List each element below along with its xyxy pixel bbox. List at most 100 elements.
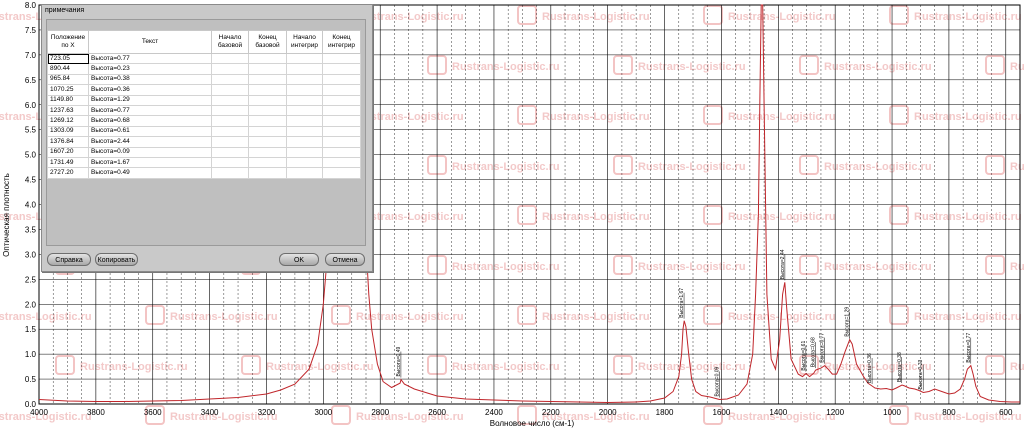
cell-empty[interactable] xyxy=(211,136,249,148)
cell-empty[interactable] xyxy=(248,156,287,169)
cell-empty[interactable] xyxy=(248,84,287,96)
cell-empty[interactable] xyxy=(211,84,249,96)
cell-empty[interactable] xyxy=(286,125,323,138)
cell-empty[interactable] xyxy=(322,125,361,138)
cell-position[interactable]: 1070.25 xyxy=(47,84,89,96)
cell-empty[interactable] xyxy=(286,115,323,127)
cell-text[interactable]: Высота=0.49 xyxy=(88,167,212,179)
cell-empty[interactable] xyxy=(211,104,249,117)
cell-position[interactable]: 1376.84 xyxy=(47,136,89,148)
cell-position[interactable]: 1237.63 xyxy=(47,104,89,117)
notes-table[interactable]: Положение по X Текст Начало базовой Коне… xyxy=(47,30,361,179)
cell-empty[interactable] xyxy=(211,156,249,169)
cell-text[interactable]: Высота=0.68 xyxy=(88,115,212,127)
table-row[interactable]: 2727.20 Высота=0.49 xyxy=(47,167,361,179)
cell-empty[interactable] xyxy=(322,146,361,158)
cell-empty[interactable] xyxy=(322,94,361,106)
cancel-button[interactable]: Отмена xyxy=(325,253,365,266)
cell-empty[interactable] xyxy=(211,146,249,158)
cell-empty[interactable] xyxy=(286,63,323,75)
cell-empty[interactable] xyxy=(211,63,249,75)
cell-empty[interactable] xyxy=(322,84,361,96)
cell-position[interactable]: 1731.49 xyxy=(47,156,89,169)
cell-text[interactable]: Высота=2.44 xyxy=(88,136,212,148)
cell-empty[interactable] xyxy=(248,94,287,106)
table-row[interactable]: 1237.63 Высота=0.77 xyxy=(47,104,361,117)
cell-empty[interactable] xyxy=(248,125,287,138)
cell-position[interactable]: 1149.80 xyxy=(47,94,89,106)
table-row[interactable]: 1269.12 Высота=0.68 xyxy=(47,115,361,127)
cell-empty[interactable] xyxy=(286,73,323,86)
col-header-base-end[interactable]: Конец базовой xyxy=(248,30,287,54)
copy-button[interactable]: Копировать xyxy=(95,253,138,266)
col-header-text[interactable]: Текст xyxy=(88,30,212,54)
cell-empty[interactable] xyxy=(322,136,361,148)
table-row[interactable]: 1149.80 Высота=1.29 xyxy=(47,94,361,106)
cell-text[interactable]: Высота=0.61 xyxy=(88,125,212,138)
cell-empty[interactable] xyxy=(322,167,361,179)
col-header-base-start[interactable]: Начало базовой xyxy=(211,30,249,54)
col-header-integ-end[interactable]: Конец интегрир xyxy=(322,30,361,54)
col-header-integ-start[interactable]: Начало интегрир xyxy=(286,30,323,54)
cell-empty[interactable] xyxy=(286,52,323,65)
cell-empty[interactable] xyxy=(322,104,361,117)
cell-empty[interactable] xyxy=(211,94,249,106)
peak-label: Высота=2.44 xyxy=(780,249,786,279)
cell-text[interactable]: Высота=0.23 xyxy=(88,63,212,75)
cell-position[interactable]: 965.84 xyxy=(47,73,89,86)
cell-empty[interactable] xyxy=(286,146,323,158)
cell-position[interactable]: 1303.09 xyxy=(47,125,89,138)
table-row[interactable]: 1070.25 Высота=0.36 xyxy=(47,84,361,96)
peak-label: Высота=0.36 xyxy=(867,353,873,383)
cell-empty[interactable] xyxy=(211,115,249,127)
cell-empty[interactable] xyxy=(248,146,287,158)
cell-empty[interactable] xyxy=(286,136,323,148)
cell-empty[interactable] xyxy=(248,167,287,179)
table-row[interactable]: 1731.49 Высота=1.67 xyxy=(47,156,361,169)
cell-empty[interactable] xyxy=(322,115,361,127)
col-header-position[interactable]: Положение по X xyxy=(47,30,89,54)
cell-text[interactable]: Высота=1.29 xyxy=(88,94,212,106)
cell-text[interactable]: Высота=0.38 xyxy=(88,73,212,86)
cell-text[interactable]: Высота=0.09 xyxy=(88,146,212,158)
cell-empty[interactable] xyxy=(322,156,361,169)
cell-empty[interactable] xyxy=(286,156,323,169)
x-tick-label: 3600 xyxy=(144,408,162,417)
table-row[interactable]: 723.05 Высота=0.77 xyxy=(47,52,361,65)
cell-empty[interactable] xyxy=(322,52,361,65)
cell-empty[interactable] xyxy=(211,125,249,138)
cell-empty[interactable] xyxy=(211,73,249,86)
cell-position[interactable]: 723.05 xyxy=(47,52,89,65)
help-button[interactable]: Справка xyxy=(47,253,91,266)
cell-empty[interactable] xyxy=(248,63,287,75)
x-tick-label: 1400 xyxy=(769,408,787,417)
cell-empty[interactable] xyxy=(248,136,287,148)
cell-empty[interactable] xyxy=(248,52,287,65)
cell-empty[interactable] xyxy=(286,94,323,106)
x-tick-label: 2000 xyxy=(599,408,617,417)
cell-empty[interactable] xyxy=(248,115,287,127)
cell-position[interactable]: 890.44 xyxy=(47,63,89,75)
table-row[interactable]: 1376.84 Высота=2.44 xyxy=(47,136,361,148)
ok-button[interactable]: OK xyxy=(279,253,319,266)
cell-position[interactable]: 2727.20 xyxy=(47,167,89,179)
cell-text[interactable]: Высота=0.77 xyxy=(88,104,212,117)
table-row[interactable]: 890.44 Высота=0.23 xyxy=(47,63,361,75)
table-row[interactable]: 1303.09 Высота=0.61 xyxy=(47,125,361,138)
cell-empty[interactable] xyxy=(322,63,361,75)
cell-position[interactable]: 1607.20 xyxy=(47,146,89,158)
cell-empty[interactable] xyxy=(248,73,287,86)
cell-empty[interactable] xyxy=(211,167,249,179)
cell-empty[interactable] xyxy=(211,52,249,65)
cell-text[interactable]: Высота=0.77 xyxy=(88,52,212,65)
cell-position[interactable]: 1269.12 xyxy=(47,115,89,127)
cell-empty[interactable] xyxy=(248,104,287,117)
cell-empty[interactable] xyxy=(322,73,361,86)
cell-text[interactable]: Высота=1.67 xyxy=(88,156,212,169)
table-row[interactable]: 1607.20 Высота=0.09 xyxy=(47,146,361,158)
cell-empty[interactable] xyxy=(286,84,323,96)
cell-empty[interactable] xyxy=(286,104,323,117)
cell-empty[interactable] xyxy=(286,167,323,179)
table-row[interactable]: 965.84 Высота=0.38 xyxy=(47,73,361,86)
cell-text[interactable]: Высота=0.36 xyxy=(88,84,212,96)
